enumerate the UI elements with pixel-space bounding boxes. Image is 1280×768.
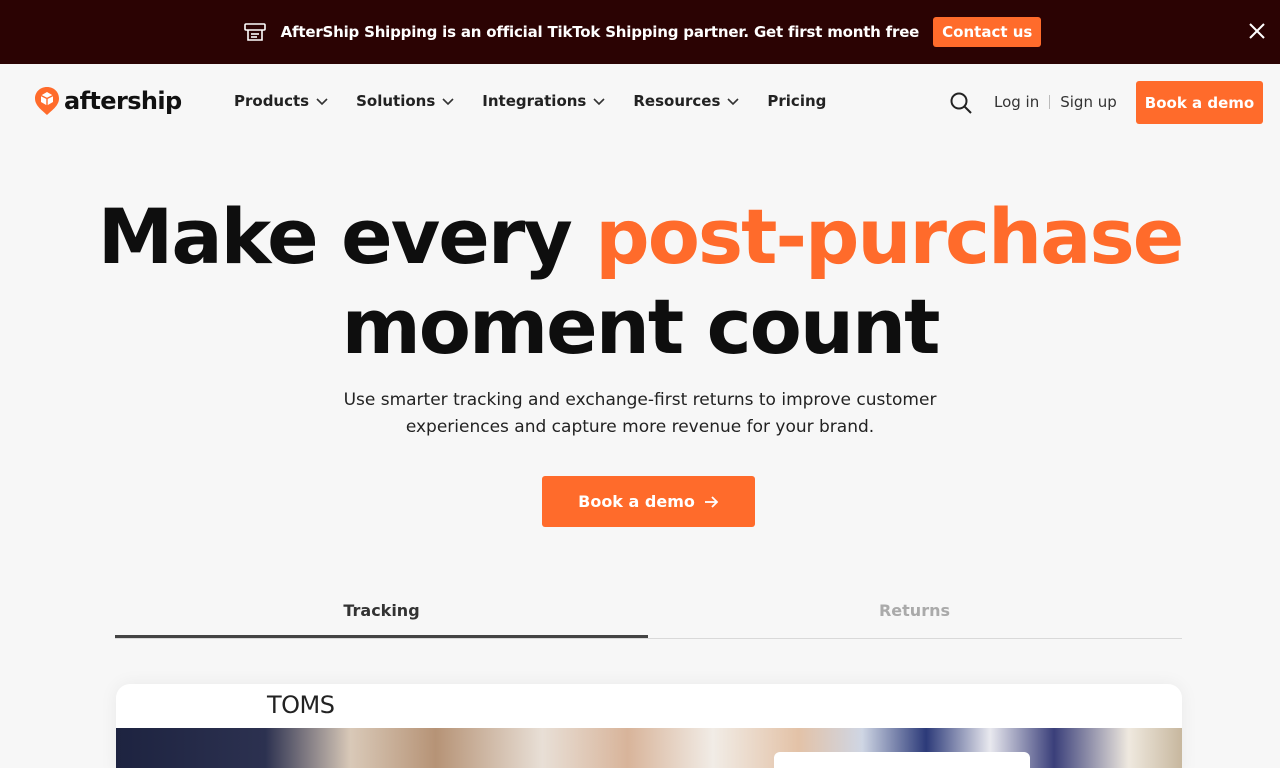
chevron-down-icon	[316, 98, 328, 106]
nav-book-demo-button[interactable]: Book a demo	[1136, 81, 1263, 124]
chevron-down-icon	[593, 98, 605, 106]
nav-item-label: Pricing	[767, 92, 827, 110]
arrow-right-icon	[704, 495, 719, 508]
nav-item-integrations[interactable]: Integrations	[482, 92, 606, 110]
hero-subtitle: Use smarter tracking and exchange-first …	[343, 390, 937, 437]
login-link[interactable]: Log in	[994, 93, 1039, 111]
nav-item-label: Resources	[633, 92, 721, 110]
signup-link[interactable]: Sign up	[1060, 93, 1117, 111]
logo-text: aftership	[64, 87, 182, 115]
close-icon[interactable]	[1246, 20, 1268, 42]
hero-title-part1: Make every	[97, 192, 596, 281]
nav-item-pricing[interactable]: Pricing	[767, 92, 826, 110]
nav-item-label: Solutions	[356, 92, 436, 110]
tracking-preview-card: TOMS	[116, 684, 1182, 768]
main-nav: aftership Products Solutions Integration…	[0, 64, 1280, 140]
preview-brand-logo: TOMS	[267, 691, 335, 719]
contact-us-button[interactable]: Contact us	[933, 17, 1042, 47]
tab-returns[interactable]: Returns	[648, 596, 1181, 638]
logo[interactable]: aftership	[34, 86, 182, 116]
hero-book-demo-label: Book a demo	[578, 492, 695, 511]
chevron-down-icon	[442, 98, 454, 106]
tracking-info-card	[774, 752, 1030, 768]
nav-item-resources[interactable]: Resources	[633, 92, 740, 110]
nav-menu: Products Solutions Integrations Resource…	[234, 92, 826, 110]
nav-item-label: Integrations	[482, 92, 587, 110]
search-icon[interactable]	[948, 90, 974, 116]
nav-item-label: Products	[234, 92, 310, 110]
hero-title-part2: moment count	[341, 282, 941, 371]
nav-item-solutions[interactable]: Solutions	[356, 92, 455, 110]
hero-title-accent: post-purchase	[595, 192, 1184, 281]
hero-title: Make every post-purchase moment count	[0, 192, 1280, 372]
printer-icon	[243, 20, 267, 44]
chevron-down-icon	[727, 98, 739, 106]
hero-book-demo-button[interactable]: Book a demo	[542, 476, 755, 527]
logo-mark-icon	[34, 86, 60, 116]
announcement-content: AfterShip Shipping is an official TikTok…	[243, 17, 1042, 47]
auth-links: Log in Sign up	[994, 93, 1117, 111]
announcement-bar: AfterShip Shipping is an official TikTok…	[0, 0, 1280, 64]
tab-tracking[interactable]: Tracking	[115, 596, 648, 638]
announcement-text: AfterShip Shipping is an official TikTok…	[280, 23, 920, 41]
auth-divider	[1049, 95, 1051, 109]
product-tabs: Tracking Returns	[115, 596, 1182, 639]
nav-item-products[interactable]: Products	[234, 92, 329, 110]
